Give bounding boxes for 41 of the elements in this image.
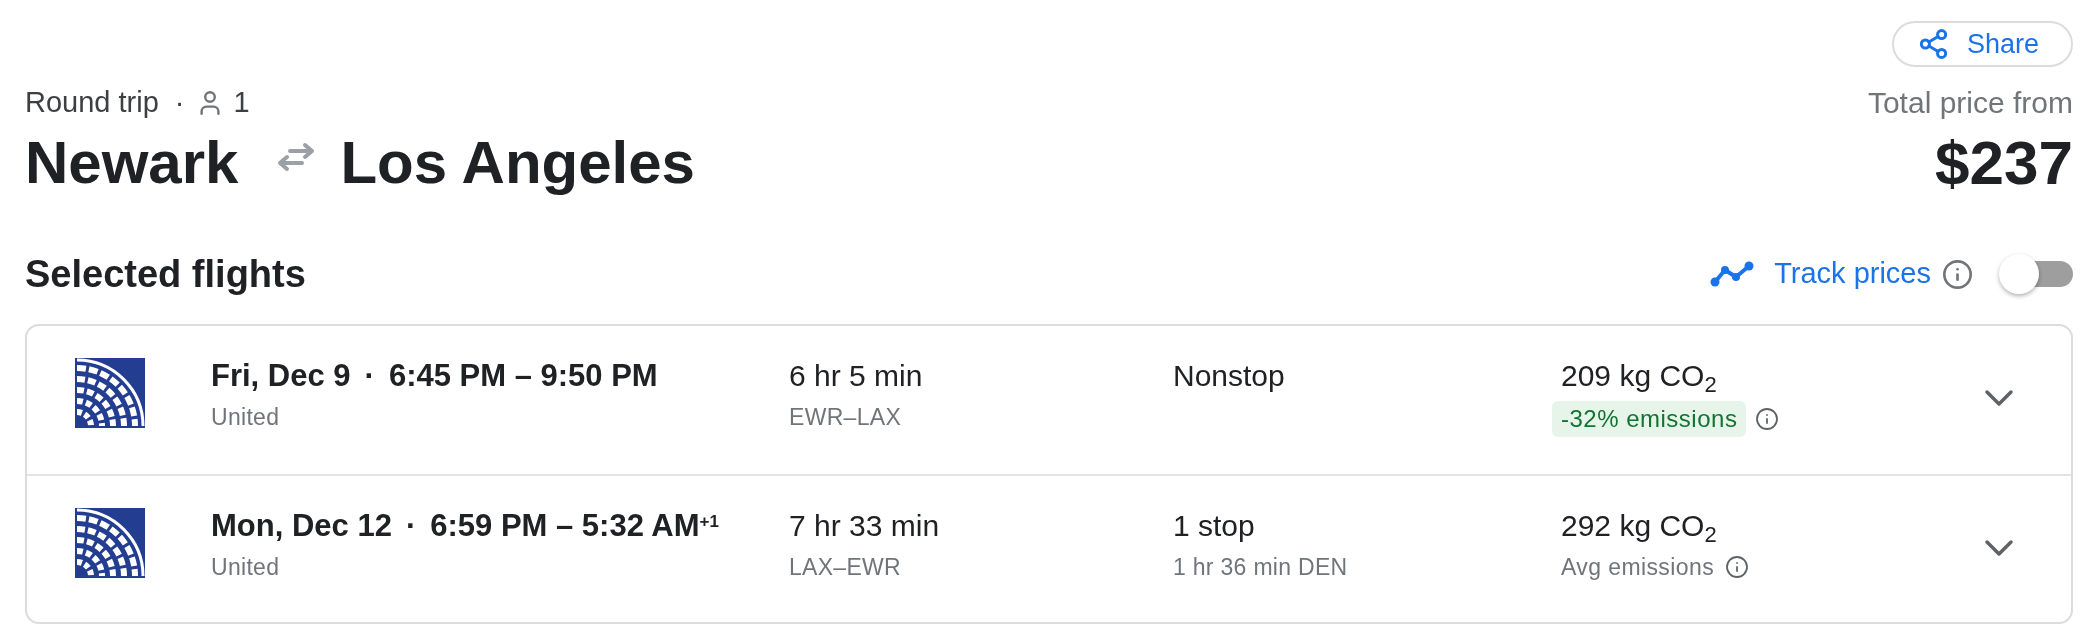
airport-route: LAX–EWR — [789, 553, 902, 581]
emissions-text: 209 kg CO$_{2}$ — [1561, 358, 1717, 394]
airline-name: United — [211, 553, 280, 581]
emissions-badge: -32% emissions — [1552, 401, 1747, 437]
stops-text: Nonstop — [1173, 358, 1285, 394]
flight-date: Fri, Dec 9 — [211, 356, 351, 395]
share-icon — [1919, 29, 1947, 59]
price-label: Total price from — [1867, 87, 2073, 119]
passenger-count: 1 — [233, 85, 250, 121]
trip-type: Round trip — [25, 85, 159, 121]
origin-city: Newark — [25, 128, 239, 198]
swap-arrows-icon — [276, 142, 317, 172]
dot-separator: · — [174, 85, 185, 121]
flight-times: 6:59 PM – 5:32 AM$^{+1}$ — [430, 506, 719, 545]
flight-date: Mon, Dec 12 — [211, 506, 392, 545]
flight-duration: 7 hr 33 min — [789, 508, 940, 544]
globe-logo-icon — [75, 358, 145, 428]
flight-times: 6:45 PM – 9:50 PM — [388, 356, 658, 395]
dot-separator: · — [405, 506, 417, 545]
chevron-down-icon[interactable] — [1984, 389, 2014, 407]
dot-separator: · — [364, 356, 375, 395]
layover-text: 1 hr 36 min DEN — [1173, 553, 1348, 581]
globe-logo-icon — [75, 508, 145, 578]
destination-city: Los Angeles — [340, 128, 695, 198]
line-chart-icon — [1710, 261, 1755, 287]
info-icon[interactable] — [1726, 556, 1749, 578]
info-icon[interactable] — [1756, 408, 1779, 430]
airport-route: EWR–LAX — [789, 403, 902, 431]
person-icon — [200, 91, 221, 115]
info-icon[interactable] — [1943, 259, 1972, 289]
emissions-note: Avg emissions — [1561, 553, 1715, 581]
total-price: $237 — [1935, 128, 2073, 198]
flight-duration: 6 hr 5 min — [789, 358, 923, 394]
track-prices-button[interactable]: Track prices — [1710, 252, 1931, 296]
toggle-switch[interactable] — [1999, 254, 2073, 294]
airline-name: United — [211, 403, 280, 431]
emissions-text: 292 kg CO$_{2}$ — [1561, 508, 1717, 544]
section-title: Selected flights — [25, 252, 306, 296]
share-button[interactable]: Share — [1891, 21, 2073, 67]
chevron-down-icon[interactable] — [1984, 539, 2014, 557]
stops-text: 1 stop — [1173, 508, 1255, 544]
